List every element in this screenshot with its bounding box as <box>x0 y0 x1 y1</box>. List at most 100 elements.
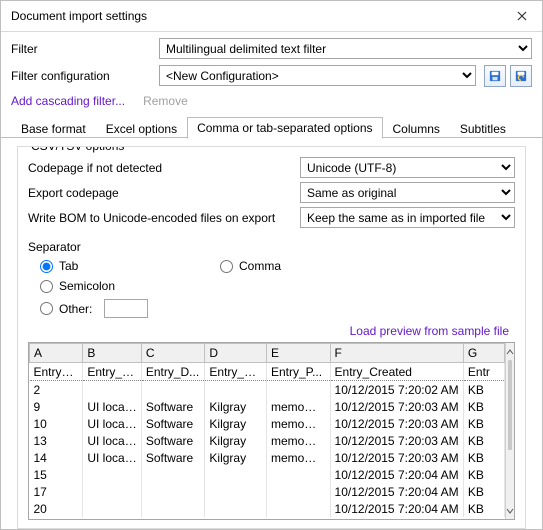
col-D[interactable]: D <box>205 344 267 363</box>
col-F[interactable]: F <box>330 344 463 363</box>
cell[interactable]: KB <box>463 449 504 466</box>
export-codepage-select[interactable]: Same as original <box>300 182 515 203</box>
table-row[interactable]: 9UI locali...SoftwareKilgraymemoQ ...10/… <box>30 398 505 415</box>
separator-tab-option[interactable]: Tab <box>40 259 220 273</box>
preview-table[interactable]: A B C D E F G Entry_IDEntry_S...Entry_D.… <box>29 343 505 517</box>
cell[interactable]: UI locali... <box>83 432 141 449</box>
col-A[interactable]: A <box>30 344 83 363</box>
scroll-thumb[interactable] <box>508 360 512 450</box>
cell[interactable]: KB <box>463 381 504 399</box>
cell[interactable] <box>83 500 141 517</box>
cell[interactable]: 20 <box>30 500 83 517</box>
cell[interactable]: Entry_Cl... <box>205 363 267 381</box>
cell[interactable] <box>266 500 330 517</box>
cell[interactable]: Entry_D... <box>141 363 205 381</box>
tab-base-format[interactable]: Base format <box>11 118 96 139</box>
cell[interactable]: Software <box>141 449 205 466</box>
cell[interactable]: 10/12/2015 7:20:03 AM <box>330 432 463 449</box>
col-E[interactable]: E <box>266 344 330 363</box>
cell[interactable]: Entry_Created <box>330 363 463 381</box>
table-row[interactable]: 14UI locali...SoftwareKilgraymemoQ ...10… <box>30 449 505 466</box>
cell[interactable]: 10 <box>30 415 83 432</box>
add-cascading-filter-link[interactable]: Add cascading filter... <box>11 94 125 108</box>
filter-select[interactable]: Multilingual delimited text filter <box>159 38 532 59</box>
data-header-row[interactable]: Entry_IDEntry_S...Entry_D...Entry_Cl...E… <box>30 363 505 381</box>
cell[interactable] <box>205 483 267 500</box>
cell[interactable]: KB <box>463 398 504 415</box>
cell[interactable]: 10/12/2015 7:20:02 AM <box>330 381 463 399</box>
vertical-scrollbar[interactable] <box>505 343 514 519</box>
reload-config-button[interactable] <box>510 65 532 87</box>
cell[interactable]: Entry_S... <box>83 363 141 381</box>
cell[interactable]: 10/12/2015 7:20:04 AM <box>330 500 463 517</box>
col-C[interactable]: C <box>141 344 205 363</box>
cell[interactable]: Kilgray <box>205 432 267 449</box>
cell[interactable] <box>266 483 330 500</box>
bom-select[interactable]: Keep the same as in imported file <box>300 207 515 228</box>
cell[interactable] <box>266 466 330 483</box>
scroll-down-button[interactable] <box>506 502 514 519</box>
cell[interactable]: Kilgray <box>205 398 267 415</box>
close-button[interactable] <box>502 1 542 31</box>
separator-other-input[interactable] <box>104 299 148 318</box>
cell[interactable]: Software <box>141 398 205 415</box>
save-config-button[interactable] <box>484 65 506 87</box>
cell[interactable]: memoQ ... <box>266 415 330 432</box>
cell[interactable]: 17 <box>30 483 83 500</box>
separator-semicolon-radio[interactable] <box>40 280 53 293</box>
separator-other-radio[interactable] <box>40 302 53 315</box>
cell[interactable]: 10/12/2015 7:20:04 AM <box>330 466 463 483</box>
tab-columns[interactable]: Columns <box>383 118 450 139</box>
cell[interactable]: KB <box>463 483 504 500</box>
col-B[interactable]: B <box>83 344 141 363</box>
tab-excel-options[interactable]: Excel options <box>96 118 187 139</box>
cell[interactable]: 2 <box>30 381 83 399</box>
cell[interactable] <box>205 466 267 483</box>
cell[interactable]: Software <box>141 432 205 449</box>
tab-subtitles[interactable]: Subtitles <box>450 118 516 139</box>
cell[interactable] <box>83 466 141 483</box>
cell[interactable]: 15 <box>30 466 83 483</box>
separator-tab-radio[interactable] <box>40 260 53 273</box>
cell[interactable]: memoQ ... <box>266 449 330 466</box>
cell[interactable]: Entry_P... <box>266 363 330 381</box>
cell[interactable] <box>205 381 267 399</box>
cell[interactable]: Kilgray <box>205 449 267 466</box>
cell[interactable]: 10/12/2015 7:20:04 AM <box>330 483 463 500</box>
table-row[interactable]: 13UI locali...SoftwareKilgraymemoQ ...10… <box>30 432 505 449</box>
cell[interactable]: Kilgray <box>205 415 267 432</box>
separator-comma-option[interactable]: Comma <box>220 259 515 273</box>
cell[interactable]: Software <box>141 415 205 432</box>
cell[interactable] <box>83 381 141 399</box>
col-G[interactable]: G <box>463 344 504 363</box>
cell[interactable] <box>141 466 205 483</box>
table-row[interactable]: 2 10/12/2015 7:20:02 AMKB <box>30 381 505 399</box>
cell[interactable]: 10/12/2015 7:20:03 AM <box>330 449 463 466</box>
cell[interactable]: KB <box>463 466 504 483</box>
scroll-up-button[interactable] <box>506 343 514 360</box>
cell[interactable] <box>141 381 205 399</box>
cell[interactable]: Entr <box>463 363 504 381</box>
cell[interactable]: 13 <box>30 432 83 449</box>
separator-semicolon-option[interactable]: Semicolon <box>40 279 220 293</box>
cell[interactable]: UI locali... <box>83 398 141 415</box>
cell[interactable]: KB <box>463 500 504 517</box>
cell[interactable]: Entry_ID <box>30 363 83 381</box>
cell[interactable]: KB <box>463 415 504 432</box>
cell[interactable]: 10/12/2015 7:20:03 AM <box>330 415 463 432</box>
load-preview-link[interactable]: Load preview from sample file <box>28 324 515 338</box>
cell[interactable]: 14 <box>30 449 83 466</box>
cell[interactable]: UI locali... <box>83 449 141 466</box>
cell[interactable]: memoQ ... <box>266 398 330 415</box>
cell[interactable]: KB <box>463 432 504 449</box>
codepage-select[interactable]: Unicode (UTF-8) <box>300 157 515 178</box>
cell[interactable] <box>141 500 205 517</box>
tab-csv-options[interactable]: Comma or tab-separated options <box>187 117 382 139</box>
table-row[interactable]: 15 10/12/2015 7:20:04 AMKB <box>30 466 505 483</box>
separator-other-option[interactable]: Other: <box>40 299 220 318</box>
cell[interactable] <box>83 483 141 500</box>
cell[interactable] <box>141 483 205 500</box>
cell[interactable]: UI locali... <box>83 415 141 432</box>
cell[interactable]: 9 <box>30 398 83 415</box>
separator-comma-radio[interactable] <box>220 260 233 273</box>
